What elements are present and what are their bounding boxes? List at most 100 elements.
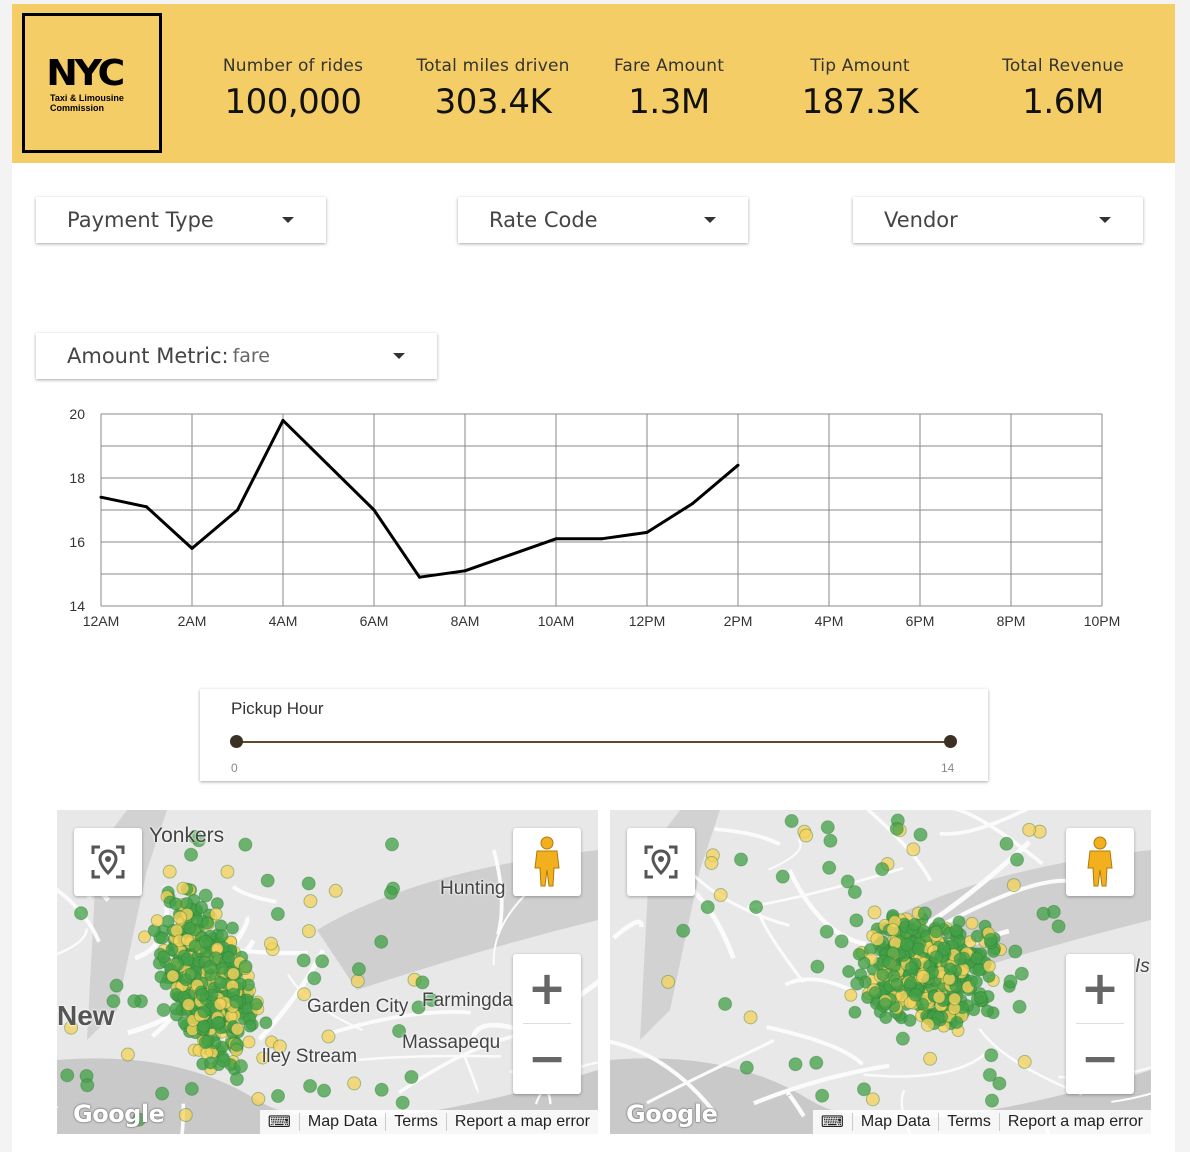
ride-dot	[180, 896, 194, 910]
y-tick-label: 16	[69, 534, 85, 550]
ride-dot	[200, 916, 214, 930]
vendor-dropdown[interactable]: Vendor	[853, 197, 1143, 243]
ride-dot	[1014, 966, 1029, 981]
locate-button[interactable]	[627, 828, 695, 896]
x-tick-label: 12AM	[83, 613, 120, 629]
ride-dot	[120, 1047, 135, 1062]
ride-dot	[222, 950, 236, 964]
ride-dot	[889, 821, 904, 836]
terms-link[interactable]: Terms	[385, 1113, 446, 1131]
ride-dot	[1012, 999, 1027, 1014]
pickup-hour-slider: Pickup Hour 0 14	[200, 689, 988, 781]
caret-down-icon	[282, 217, 294, 223]
ride-dot	[844, 988, 858, 1002]
zoom-in-button[interactable]: +	[513, 954, 581, 1022]
zoom-out-button[interactable]: −	[1066, 1024, 1134, 1092]
ride-dot	[932, 990, 946, 1004]
ride-dot	[229, 1037, 244, 1052]
report-map-error-link[interactable]: Report a map error	[998, 1113, 1151, 1131]
ride-dot	[882, 955, 896, 969]
ride-dot	[713, 888, 728, 903]
street-view-pegman-button[interactable]	[1066, 828, 1134, 896]
ride-dot	[176, 881, 190, 895]
logo-nyc-text: NYC	[46, 53, 125, 94]
x-tick-label: 8AM	[451, 613, 480, 629]
data-point	[145, 505, 148, 509]
report-map-error-link[interactable]: Report a map error	[445, 1113, 598, 1131]
ride-dot	[242, 1035, 256, 1049]
ride-dot	[415, 975, 430, 990]
keyboard-icon[interactable]: ⌨	[813, 1112, 852, 1132]
kpi-fare-amount: Fare Amount 1.3M	[579, 56, 759, 122]
locate-button[interactable]	[74, 828, 142, 896]
y-tick-label: 18	[69, 470, 85, 486]
x-tick-label: 6AM	[360, 613, 389, 629]
kpi-label: Number of rides	[222, 56, 364, 76]
data-point	[327, 463, 330, 467]
ride-dot	[992, 1076, 1007, 1091]
ride-dot	[178, 1108, 193, 1123]
map-data-link[interactable]: Map Data	[851, 1113, 938, 1131]
ride-dot	[920, 1017, 935, 1032]
ride-dot	[350, 974, 365, 989]
ride-dot	[788, 1057, 803, 1072]
ride-dot	[929, 925, 943, 939]
terms-link[interactable]: Terms	[938, 1113, 999, 1131]
data-point	[600, 537, 603, 541]
ride-dot	[916, 969, 931, 984]
map-data-link[interactable]: Map Data	[298, 1113, 385, 1131]
ride-dot	[225, 921, 239, 935]
ride-dot	[1036, 906, 1051, 921]
ride-dot	[1017, 1054, 1032, 1069]
ride-dot	[784, 814, 799, 829]
slider-title: Pickup Hour	[231, 699, 324, 718]
zoom-out-button[interactable]: −	[513, 1024, 581, 1092]
ride-dot	[210, 1016, 225, 1031]
slider-min-handle[interactable]	[230, 735, 243, 748]
ride-dot	[865, 1092, 880, 1107]
slider-max-handle[interactable]	[944, 735, 957, 748]
keyboard-icon[interactable]: ⌨	[260, 1112, 299, 1132]
slider-track[interactable]	[237, 741, 951, 743]
pickup-map[interactable]: Yonkers Hunting New Garden City Farmingd…	[57, 810, 598, 1134]
ride-dot	[260, 873, 275, 888]
pegman-icon	[534, 836, 560, 887]
ride-dot	[315, 954, 330, 969]
pegman-icon	[1087, 836, 1113, 887]
ride-dot	[303, 894, 318, 909]
kpi-total-miles: Total miles driven 303.4K	[403, 56, 583, 122]
zoom-control: + −	[513, 954, 581, 1094]
ride-dot	[198, 934, 213, 949]
ride-dot	[903, 1013, 917, 1027]
ride-dot	[384, 837, 399, 852]
zoom-in-button[interactable]: +	[1066, 954, 1134, 1022]
nyc-tlc-logo: NYC Taxi & Limousine Commission	[22, 13, 162, 153]
amount-metric-dropdown[interactable]: Amount Metric: fare	[36, 333, 437, 379]
ride-dot	[1051, 919, 1066, 934]
place-label: New	[57, 1000, 115, 1031]
ride-dot	[233, 1059, 248, 1074]
ride-dot	[879, 1011, 893, 1025]
ride-dot	[819, 924, 834, 939]
data-point	[463, 569, 467, 573]
ride-dot	[1003, 974, 1018, 989]
ride-dot	[908, 987, 923, 1002]
ride-dot	[984, 1093, 999, 1108]
ride-dot	[917, 906, 932, 921]
logo-line1: Taxi & Limousine	[50, 93, 124, 103]
ride-dot	[775, 869, 790, 884]
data-point	[509, 553, 512, 557]
ride-dot	[251, 1091, 266, 1106]
ride-dot	[195, 900, 209, 914]
kpi-label: Tip Amount	[810, 56, 910, 76]
rate-code-dropdown[interactable]: Rate Code	[458, 197, 748, 243]
caret-down-icon	[393, 353, 405, 359]
ride-dot	[970, 929, 984, 943]
place-label: Massapequ	[402, 1032, 501, 1053]
street-view-pegman-button[interactable]	[513, 828, 581, 896]
ride-dot	[170, 957, 185, 972]
ride-dot	[165, 943, 179, 957]
dropoff-map[interactable]: Is + − Google ⌨ Map Data Terms Report a …	[610, 810, 1151, 1134]
payment-type-dropdown[interactable]: Payment Type	[36, 197, 326, 243]
series-line	[100, 418, 739, 579]
